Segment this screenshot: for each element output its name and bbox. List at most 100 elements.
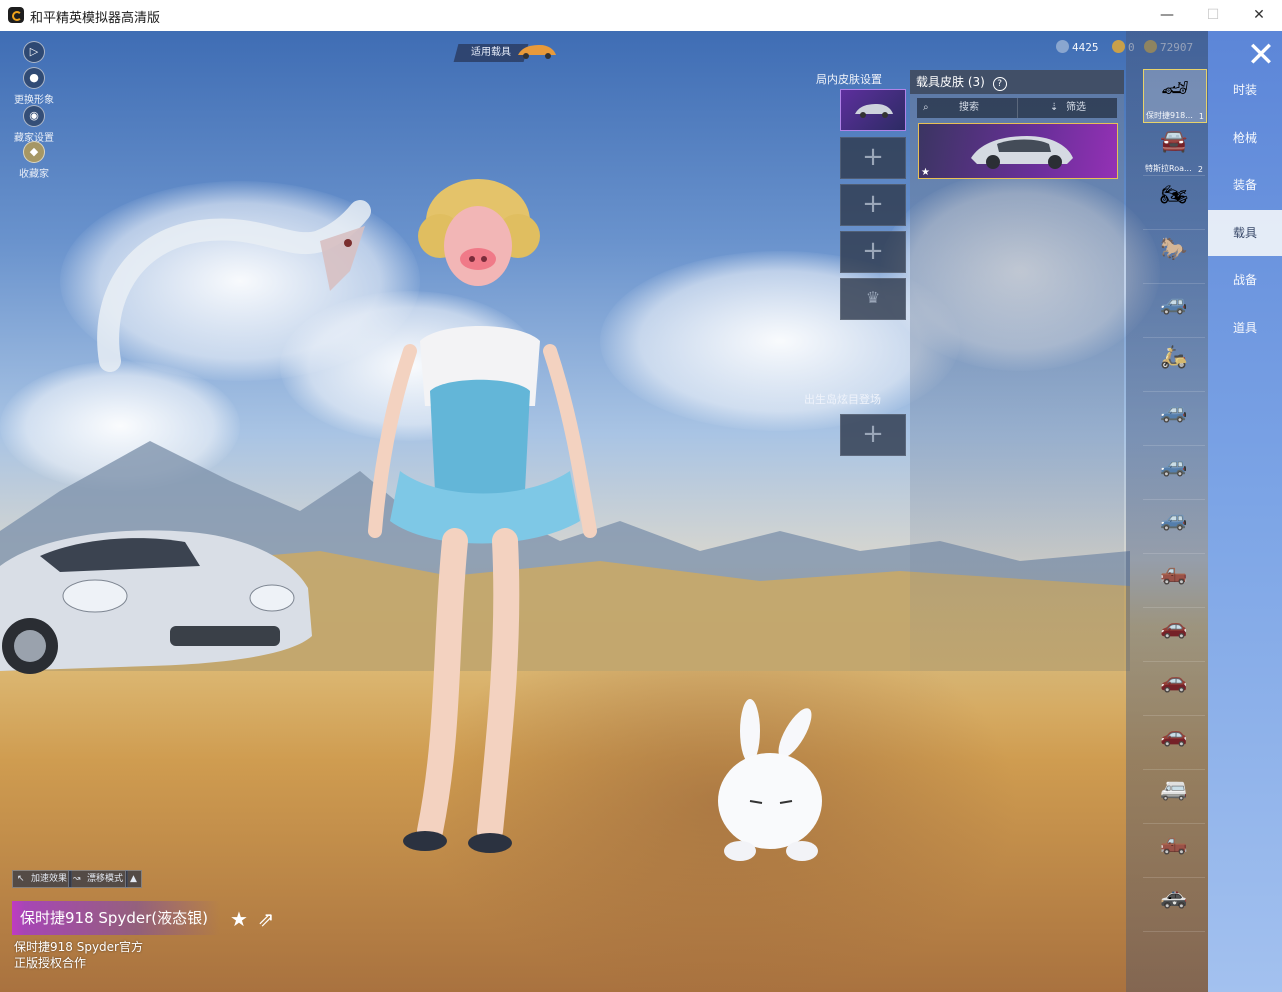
vehicle-name: 保时捷918 Spyder(液态银) <box>20 909 208 927</box>
applicable-vehicle-label: 适用载具 <box>471 47 511 58</box>
search-button[interactable]: ⌕ 搜索 <box>917 98 1017 118</box>
person-icon: ● <box>23 67 45 89</box>
category-vehicles[interactable]: 载具 <box>1208 210 1282 256</box>
vehicle-skin-card-porsche[interactable]: ★ <box>918 123 1118 179</box>
vehicle-skin-header: 载具皮肤 (3) ? <box>910 70 1124 94</box>
search-icon: ⌕ <box>923 102 929 113</box>
change-look-label: 更换形象 <box>14 95 54 106</box>
app-logo-icon <box>8 7 24 23</box>
pickup-icon: 🛻 <box>1160 831 1188 856</box>
rabbit-pet <box>718 699 822 861</box>
maximize-button[interactable]: ☐ <box>1190 0 1236 31</box>
roadster-icon: 🚘 <box>1160 129 1188 154</box>
search-label: 搜索 <box>959 102 979 113</box>
share-icon[interactable]: ⇗ <box>255 908 277 930</box>
porsche-silver-thumbnail <box>971 136 1073 169</box>
vehicle-list-item[interactable]: 🛻 <box>1143 825 1205 878</box>
accelerate-effect-button[interactable]: ↖ 加速效果 <box>12 870 73 888</box>
motorcycle-icon: 🏍 <box>1160 183 1188 208</box>
spawn-entrance-slot[interactable]: + <box>840 414 906 456</box>
eye-icon: ◉ <box>23 105 45 127</box>
porsche-918-model <box>0 530 312 674</box>
vehicle-list-item[interactable]: 🏎 保时捷918... 1 <box>1143 69 1207 123</box>
vehicle-list-item[interactable]: 🛵 <box>1143 339 1205 392</box>
favorite-star-icon[interactable]: ★ <box>228 908 250 930</box>
hide-ui-button[interactable]: ◉ 藏家设置 <box>10 105 58 144</box>
vehicle-list-item[interactable]: 🚐 <box>1143 771 1205 824</box>
vehicle-list-count: 2 <box>1197 165 1203 174</box>
vehicle-list-label: 特斯拉Roa... <box>1145 164 1192 173</box>
search-filter-bar: ⌕ 搜索 ⇣ 筛选 <box>917 98 1117 118</box>
category-equipment[interactable]: 装备 <box>1208 162 1282 208</box>
crown-icon: ♛ <box>865 288 881 307</box>
drift-mode-button[interactable]: ↝ 漂移模式 <box>68 870 129 888</box>
vehicle-list-item[interactable]: 🛻 <box>1143 555 1205 608</box>
skin-slot-empty[interactable]: + <box>840 137 906 179</box>
vehicle-list-item[interactable]: 🐎 <box>1143 231 1205 284</box>
vehicle-list-item[interactable]: 🏍 <box>1143 177 1205 230</box>
coupe-icon: 🚗 <box>1160 615 1188 640</box>
dragon-illustration <box>97 200 371 372</box>
in-game-skin-settings-title: 局内皮肤设置 <box>816 73 882 86</box>
skin-slot-vehicle[interactable] <box>840 89 906 131</box>
help-icon[interactable]: ? <box>992 77 1007 91</box>
vehicle-list-item[interactable]: 🚙 <box>1143 285 1205 338</box>
vehicle-skin-title: 载具皮肤 (3) <box>916 75 985 89</box>
rally-car-icon: 🚓 <box>1160 885 1188 910</box>
player-character <box>368 179 597 853</box>
collector-label: 收藏家 <box>19 169 49 180</box>
jeep-open-icon: 🚙 <box>1160 507 1188 532</box>
official-license-text: 保时捷918 Spyder官方 正版授权合作 <box>14 940 143 970</box>
badge-icon: ◆ <box>23 141 45 163</box>
expand-up-button[interactable]: ▲ <box>125 870 142 888</box>
category-fashion[interactable]: 时装 <box>1208 67 1282 113</box>
filter-label: 筛选 <box>1066 102 1086 113</box>
monster-truck-icon: 🛻 <box>1160 561 1188 586</box>
star-icon: ★ <box>921 167 930 178</box>
token-icon <box>1112 40 1125 53</box>
skin-slot-empty[interactable]: + <box>840 231 906 273</box>
accelerate-icon: ↖ <box>17 874 25 884</box>
jeep-covered-icon: 🚙 <box>1160 453 1188 478</box>
window-title: 和平精英模拟器高清版 <box>30 11 161 26</box>
spawn-entrance-title: 出生岛炫目登场 <box>804 393 881 406</box>
drift-icon: ↝ <box>73 874 81 884</box>
filter-icon: ⇣ <box>1050 102 1059 113</box>
vehicle-list-item[interactable]: 🚘 特斯拉Roa... 2 <box>1143 123 1205 176</box>
skin-slot-crown[interactable]: ♛ <box>840 278 906 320</box>
vehicle-list-item[interactable]: 🚙 <box>1143 447 1205 500</box>
filter-button[interactable]: ⇣ 筛选 <box>1017 98 1118 118</box>
window-title-bar: 和平精英模拟器高清版 — ☐ ✕ <box>0 0 1282 32</box>
vehicle-list-item[interactable]: 🚗 <box>1143 609 1205 662</box>
minimize-button[interactable]: — <box>1144 0 1190 31</box>
vehicle-list-item[interactable]: 🚓 <box>1143 879 1205 932</box>
sedan-icon: 🚗 <box>1160 669 1188 694</box>
buggy-icon: 🚙 <box>1160 291 1188 316</box>
currency-coupon: 4425 <box>1056 40 1099 54</box>
coupon-icon <box>1056 40 1069 53</box>
chevron-up-icon: ▲ <box>130 874 137 884</box>
game-viewport: ▷ ● 更换形象 ◉ 藏家设置 ◆ 收藏家 适用载具 4425 0 72907 … <box>0 31 1282 992</box>
category-props[interactable]: 道具 <box>1208 305 1282 351</box>
sports-car-icon: 🏎 <box>1161 76 1189 101</box>
change-look-button[interactable]: ● 更换形象 <box>10 67 58 106</box>
category-tactical[interactable]: 战备 <box>1208 257 1282 303</box>
expand-button[interactable]: ▷ <box>10 41 58 65</box>
skin-slot-empty[interactable]: + <box>840 184 906 226</box>
van-icon: 🚐 <box>1160 777 1188 802</box>
collector-button[interactable]: ◆ 收藏家 <box>10 141 58 180</box>
vehicle-list-item[interactable]: 🚗 <box>1143 717 1205 770</box>
taxi-car-icon <box>518 45 556 59</box>
horse-icon: 🐎 <box>1160 237 1188 262</box>
category-guns[interactable]: 枪械 <box>1208 115 1282 161</box>
sedan-white-icon: 🚗 <box>1160 723 1188 748</box>
window-close-button[interactable]: ✕ <box>1236 0 1282 31</box>
vehicle-list-count: 1 <box>1198 112 1204 121</box>
vehicle-list-item[interactable]: 🚙 <box>1143 501 1205 554</box>
jeep-icon: 🚙 <box>1160 399 1188 424</box>
vehicle-list-item[interactable]: 🚗 <box>1143 663 1205 716</box>
play-icon: ▷ <box>23 41 45 63</box>
vehicle-list-label: 保时捷918... <box>1146 111 1193 120</box>
vehicle-list-item[interactable]: 🚙 <box>1143 393 1205 446</box>
scooter-icon: 🛵 <box>1160 345 1188 370</box>
